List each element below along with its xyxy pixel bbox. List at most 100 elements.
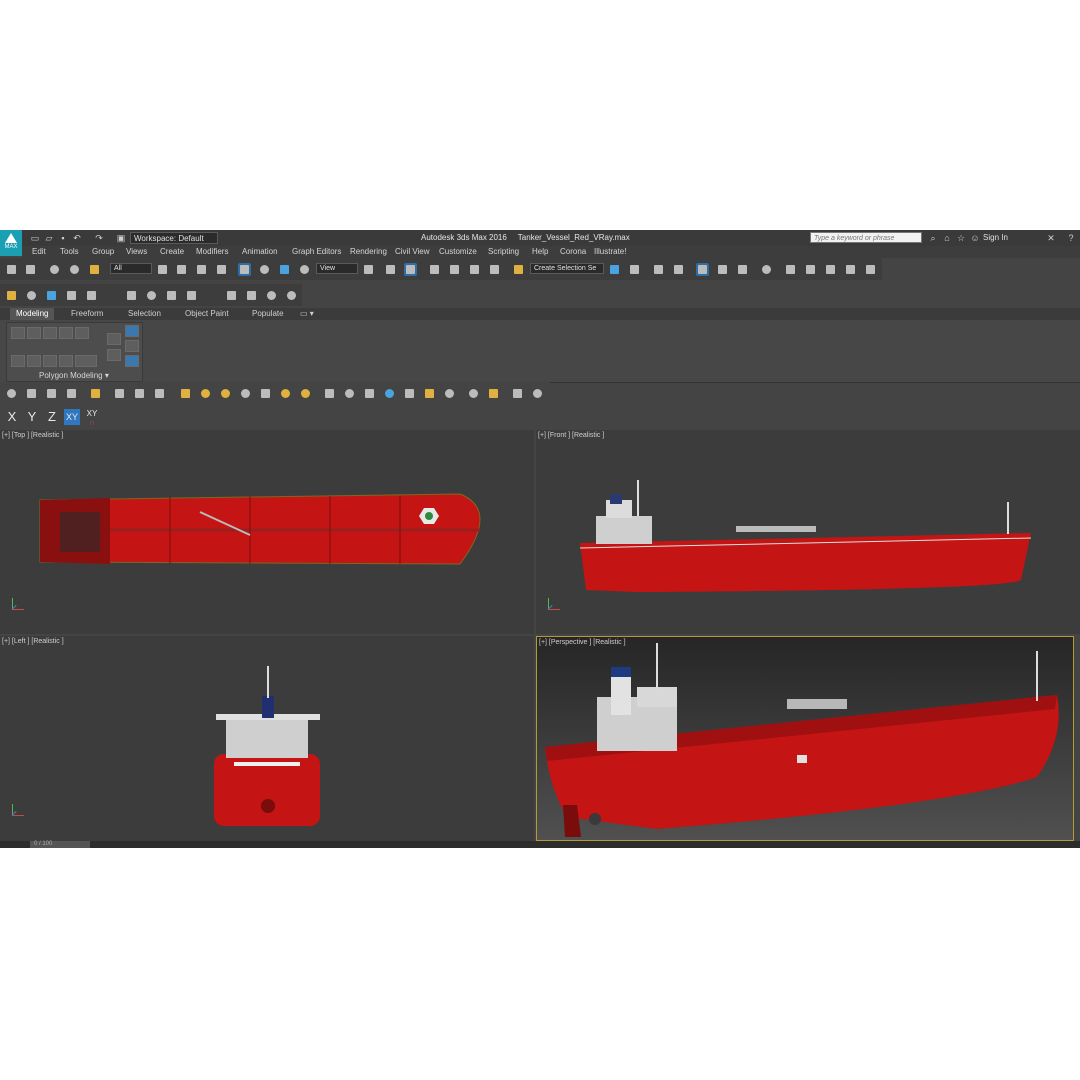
curve-editor-icon[interactable] (716, 263, 729, 276)
save-file-icon[interactable]: ▪ (58, 233, 68, 243)
help-icon[interactable]: ? (1066, 233, 1076, 243)
spinner-snap-icon[interactable] (488, 263, 501, 276)
tab-selection[interactable]: Selection (128, 308, 161, 320)
tab-object-paint[interactable]: Object Paint (185, 308, 229, 320)
selection-filter-dropdown[interactable]: All (110, 263, 152, 274)
box-primitive-icon[interactable] (179, 387, 192, 400)
layer-explorer-icon[interactable] (672, 263, 685, 276)
cone-icon[interactable] (259, 387, 272, 400)
table-icon[interactable] (45, 387, 58, 400)
menu-modifiers[interactable]: Modifiers (196, 247, 228, 256)
render-grid-icon[interactable] (487, 387, 500, 400)
polygon-mode-icon[interactable] (59, 327, 73, 339)
menu-create[interactable]: Create (160, 247, 184, 256)
network-icon[interactable] (363, 387, 376, 400)
axis-y-button[interactable]: Y (24, 409, 40, 425)
rectangular-selection-icon[interactable] (195, 263, 208, 276)
molecule-icon[interactable] (343, 387, 356, 400)
bind-space-warp-icon[interactable] (88, 263, 101, 276)
tab-populate[interactable]: Populate (252, 308, 284, 320)
border-mode-icon[interactable] (43, 327, 57, 339)
material-ball-icon[interactable] (467, 387, 480, 400)
menu-civil-view[interactable]: Civil View (395, 247, 430, 256)
shrink-icon[interactable] (59, 355, 73, 367)
star-icon[interactable]: ☆ (956, 233, 966, 243)
toggle-scene-explorer-icon[interactable] (652, 263, 665, 276)
hair-icon[interactable] (423, 387, 436, 400)
menu-tools[interactable]: Tools (60, 247, 79, 256)
teapot-icon[interactable] (5, 387, 18, 400)
globe-icon[interactable] (383, 387, 396, 400)
viewport-image-icon[interactable] (25, 387, 38, 400)
grid-icon[interactable] (65, 387, 78, 400)
menu-help[interactable]: Help (532, 247, 548, 256)
tab-modeling[interactable]: Modeling (10, 308, 55, 320)
keyboard-shortcut-toggle-icon[interactable] (404, 263, 417, 276)
rendered-frame-window-icon[interactable] (804, 263, 817, 276)
pivot-point-icon[interactable] (362, 263, 375, 276)
render-setup-icon[interactable] (784, 263, 797, 276)
menu-corona[interactable]: Corona (560, 247, 586, 256)
angle-snap-icon[interactable] (448, 263, 461, 276)
unlink-icon[interactable] (68, 263, 81, 276)
edit-named-selection-icon[interactable] (512, 263, 525, 276)
workspace-dropdown[interactable]: Workspace: Default (130, 232, 218, 244)
redo-icon[interactable]: ↷ (94, 233, 104, 243)
hemisphere-icon[interactable] (199, 387, 212, 400)
redo-icon[interactable] (24, 263, 37, 276)
show-end-result-icon[interactable] (125, 325, 139, 337)
frame-buffer-icon[interactable] (85, 289, 98, 302)
pin-stack-icon[interactable] (125, 355, 139, 367)
collapse-stack-icon[interactable] (107, 333, 121, 345)
user-icon[interactable]: ☺ (970, 233, 980, 243)
exchange-apps-icon[interactable]: ✕ (1046, 233, 1056, 243)
reference-coordinate-dropdown[interactable]: View (316, 263, 358, 274)
polygon-modeling-label[interactable]: Polygon Modeling ▾ (39, 371, 109, 380)
menu-views[interactable]: Views (126, 247, 147, 256)
axis-z-button[interactable]: Z (44, 409, 60, 425)
torus-icon[interactable] (239, 387, 252, 400)
track-icon[interactable] (153, 387, 166, 400)
select-by-name-icon[interactable] (175, 263, 188, 276)
render-production-icon[interactable] (824, 263, 837, 276)
vertex-mode-icon[interactable] (11, 327, 25, 339)
vray-plane-icon[interactable] (185, 289, 198, 302)
search-input[interactable]: Type a keyword or phrase (810, 232, 922, 243)
repeat-last-icon[interactable] (75, 355, 97, 367)
render-iterative-icon[interactable] (844, 263, 857, 276)
checker-icon[interactable] (323, 387, 336, 400)
menu-scripting[interactable]: Scripting (488, 247, 519, 256)
viewport-perspective[interactable]: [+] [Perspective ] [Realistic ] (536, 636, 1074, 841)
render-in-cloud-icon[interactable] (864, 263, 877, 276)
menu-animation[interactable]: Animation (242, 247, 278, 256)
binoculars-icon[interactable]: ⌕ (928, 233, 938, 243)
sphere-icon[interactable] (219, 387, 232, 400)
rotate-icon[interactable] (258, 263, 271, 276)
link-icon[interactable] (48, 263, 61, 276)
mirror-icon[interactable] (608, 263, 621, 276)
undo-icon[interactable]: ↶ (72, 233, 82, 243)
vray-settings-icon[interactable] (265, 289, 278, 302)
scale-icon[interactable] (278, 263, 291, 276)
help-circle-icon[interactable] (531, 387, 544, 400)
toggle-command-icon[interactable] (107, 349, 121, 361)
new-file-icon[interactable]: ▭ (30, 233, 40, 243)
select-manipulate-icon[interactable] (384, 263, 397, 276)
render-window-icon[interactable] (511, 387, 524, 400)
edge-mode-icon[interactable] (27, 327, 41, 339)
previous-modifier-icon[interactable] (125, 340, 139, 352)
ball-icon[interactable] (299, 387, 312, 400)
schematic-view-icon[interactable] (736, 263, 749, 276)
select-object-icon[interactable] (156, 263, 169, 276)
spiral-icon[interactable] (443, 387, 456, 400)
time-slider[interactable]: 0 / 100 (0, 841, 1080, 848)
menu-group[interactable]: Group (92, 247, 114, 256)
proxy-icon[interactable] (125, 289, 138, 302)
menu-customize[interactable]: Customize (439, 247, 477, 256)
wand-icon[interactable] (113, 387, 126, 400)
menu-edit[interactable]: Edit (32, 247, 46, 256)
vray-mesh-icon[interactable] (245, 289, 258, 302)
sign-in-button[interactable]: Sign In (983, 233, 1008, 242)
material-editor-icon[interactable] (760, 263, 773, 276)
named-selection-dropdown[interactable]: Create Selection Se (530, 263, 604, 274)
